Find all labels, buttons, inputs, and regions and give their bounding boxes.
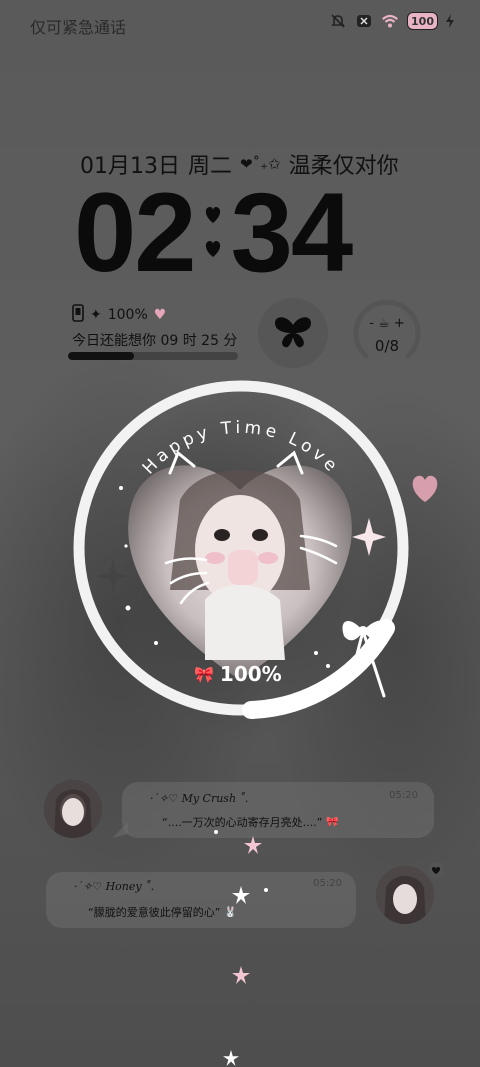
pink-heart-decoration-icon	[408, 472, 442, 508]
dark-sparkle-icon	[97, 558, 129, 594]
chat-time: 05:20	[389, 790, 418, 801]
butterfly-button[interactable]	[258, 298, 328, 368]
status-icons: 100	[329, 12, 454, 30]
battery-icon: 100	[407, 12, 438, 30]
heart-colon-icon	[199, 193, 227, 273]
countdown-text: 今日还能想你 09 时 25 分	[72, 333, 238, 349]
carrier-status-text: 仅可紧急通话	[30, 18, 127, 37]
whiskers-right-icon	[299, 534, 338, 565]
white-star-icon	[232, 886, 250, 904]
whiskers-left-icon	[164, 557, 210, 605]
phone-icon	[72, 304, 84, 326]
bubble-tail-icon	[112, 822, 128, 838]
weekday-text: 周二	[188, 154, 233, 179]
chat-message: “朦胧的爱意彼此停留的心”	[88, 906, 221, 919]
bunny-icon: 🐰	[224, 906, 237, 918]
charging-icon	[446, 12, 454, 30]
pink-star-icon	[232, 966, 250, 984]
countdown-progress-fill	[68, 352, 135, 360]
butterfly-icon	[275, 317, 311, 348]
chat-card-honey[interactable]: ·˙✧♡ Honey ˚. 05:20 “朦胧的爱意彼此停留的心” 🐰	[46, 872, 356, 928]
no-sim-icon	[355, 12, 373, 30]
avatar-honey[interactable]	[376, 866, 434, 924]
water-widget[interactable]: - ☕ + 0/8	[352, 298, 422, 368]
clock: 02 34	[74, 170, 414, 295]
dot-decoration	[214, 830, 218, 834]
ring-percent: 🎀 100%	[194, 662, 282, 686]
chat-name: ·˙✧♡ My Crush ˚.	[150, 792, 249, 805]
dot-decoration	[264, 888, 268, 892]
pink-star-icon	[244, 836, 262, 854]
sparkle-icon: ✦	[90, 307, 102, 323]
white-star-icon	[223, 1050, 239, 1066]
ring-percent-text: 100%	[219, 662, 282, 686]
pink-bow-icon: 🎀	[194, 664, 214, 684]
battery-percent: 100%	[107, 307, 148, 323]
sparkle-star-icon	[352, 518, 386, 556]
wifi-icon	[381, 12, 399, 30]
chat-message: “....一万次的心动寄存月亮处....”	[162, 816, 323, 829]
cat-ear-right-icon	[276, 450, 304, 475]
chat-card-my-crush[interactable]: ·˙✧♡ My Crush ˚. 05:20 “....一万次的心动寄存月亮处.…	[122, 782, 434, 838]
heart-badge-icon	[428, 862, 444, 882]
pink-heart-icon: ♥	[153, 307, 167, 323]
ring-title: Happy Time Love	[139, 418, 344, 479]
clock-minutes: 34	[230, 170, 354, 295]
chat-name: ·˙✧♡ Honey ˚.	[74, 880, 155, 893]
water-progress-ring	[353, 299, 421, 359]
bow-small-icon: 🎀	[326, 816, 339, 828]
avatar-my-crush[interactable]	[44, 780, 102, 838]
battery-info: ✦ 100% ♥	[72, 304, 166, 326]
chat-time: 05:20	[313, 878, 342, 889]
countdown-progress	[68, 352, 238, 360]
mute-icon	[329, 12, 347, 30]
clock-hours: 02	[74, 170, 197, 295]
